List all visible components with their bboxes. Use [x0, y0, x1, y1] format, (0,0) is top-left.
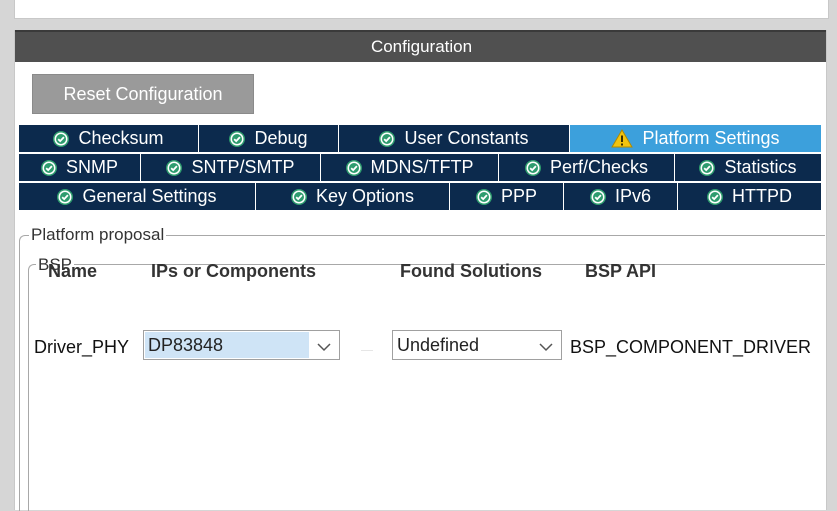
tab-label: IPv6 [614, 186, 652, 206]
tab-label: Debug [254, 128, 308, 148]
check-circle-icon [166, 159, 183, 176]
ip-component-value: DP83848 [148, 335, 224, 355]
check-circle-icon [290, 188, 307, 205]
tab-perf-checks[interactable]: Perf/Checks [499, 154, 675, 181]
tab-mdns-tftp[interactable]: MDNS/TFTP [321, 154, 499, 181]
tab-key-options[interactable]: Key Options [256, 183, 450, 210]
check-circle-icon [699, 159, 716, 176]
warning-icon [611, 129, 634, 148]
tab-row-2: SNMP SNTP/SMTP MDNS/TFTP Perf/Checks Sta… [19, 154, 821, 181]
check-circle-icon [379, 130, 396, 147]
tab-sntp-smtp[interactable]: SNTP/SMTP [141, 154, 321, 181]
tab-httpd[interactable]: HTTPD [678, 183, 821, 210]
tab-checksum[interactable]: Checksum [19, 125, 199, 152]
platform-proposal-legend: Platform proposal [29, 225, 167, 245]
check-circle-icon [524, 159, 541, 176]
tab-label: Checksum [78, 128, 164, 148]
reset-configuration-button[interactable]: Reset Configuration [32, 74, 254, 114]
tab-label: SNTP/SMTP [191, 157, 295, 177]
upper-panel-edge [14, 0, 829, 19]
tab-snmp[interactable]: SNMP [19, 154, 141, 181]
tab-label: MDNS/TFTP [370, 157, 474, 177]
row-name-driver-phy: Driver_PHY [34, 337, 130, 357]
check-circle-icon [475, 188, 492, 205]
check-circle-icon [229, 130, 246, 147]
tab-label: Perf/Checks [549, 157, 649, 177]
separator-mark [361, 350, 373, 351]
tab-user-constants[interactable]: User Constants [339, 125, 570, 152]
tab-label: Platform Settings [642, 128, 780, 148]
tab-label: SNMP [65, 157, 118, 177]
column-header-ips: IPs or Components [151, 261, 317, 281]
tab-ppp[interactable]: PPP [450, 183, 564, 210]
panel-title: Configuration [15, 30, 828, 62]
ip-component-select[interactable]: DP83848 [143, 330, 340, 360]
column-header-found: Found Solutions [400, 261, 542, 281]
check-circle-icon [345, 159, 362, 176]
found-solutions-select[interactable]: Undefined [392, 330, 562, 360]
tab-debug[interactable]: Debug [199, 125, 339, 152]
tab-row-1: Checksum Debug User Constants Platform S… [19, 125, 821, 152]
check-circle-icon [53, 130, 70, 147]
column-header-name: Name [48, 261, 98, 281]
chevron-down-icon [538, 338, 554, 359]
tab-label: Statistics [724, 157, 797, 177]
check-circle-icon [707, 188, 723, 205]
tab-row-3: General Settings Key Options PPP IPv6 HT… [19, 183, 821, 210]
chevron-down-icon [316, 338, 332, 359]
bsp-api-value: BSP_COMPONENT_DRIVER [570, 337, 812, 357]
right-gutter [827, 30, 837, 510]
tab-platform-settings[interactable]: Platform Settings [570, 125, 821, 152]
tab-bar: Checksum Debug User Constants Platform S… [19, 125, 821, 212]
tab-label: User Constants [404, 128, 529, 148]
tab-label: PPP [500, 186, 538, 206]
tab-ipv6[interactable]: IPv6 [564, 183, 678, 210]
check-circle-icon [40, 159, 57, 176]
column-header-bsp-api: BSP API [585, 261, 657, 281]
check-circle-icon [57, 188, 74, 205]
panel-right-border [826, 30, 827, 510]
check-circle-icon [589, 188, 606, 205]
tab-label: HTTPD [732, 186, 792, 206]
found-solutions-value: Undefined [397, 335, 480, 355]
tab-label: Key Options [315, 186, 415, 206]
tab-statistics[interactable]: Statistics [675, 154, 821, 181]
tab-label: General Settings [82, 186, 217, 206]
tab-general-settings[interactable]: General Settings [19, 183, 256, 210]
bsp-group [28, 264, 825, 511]
